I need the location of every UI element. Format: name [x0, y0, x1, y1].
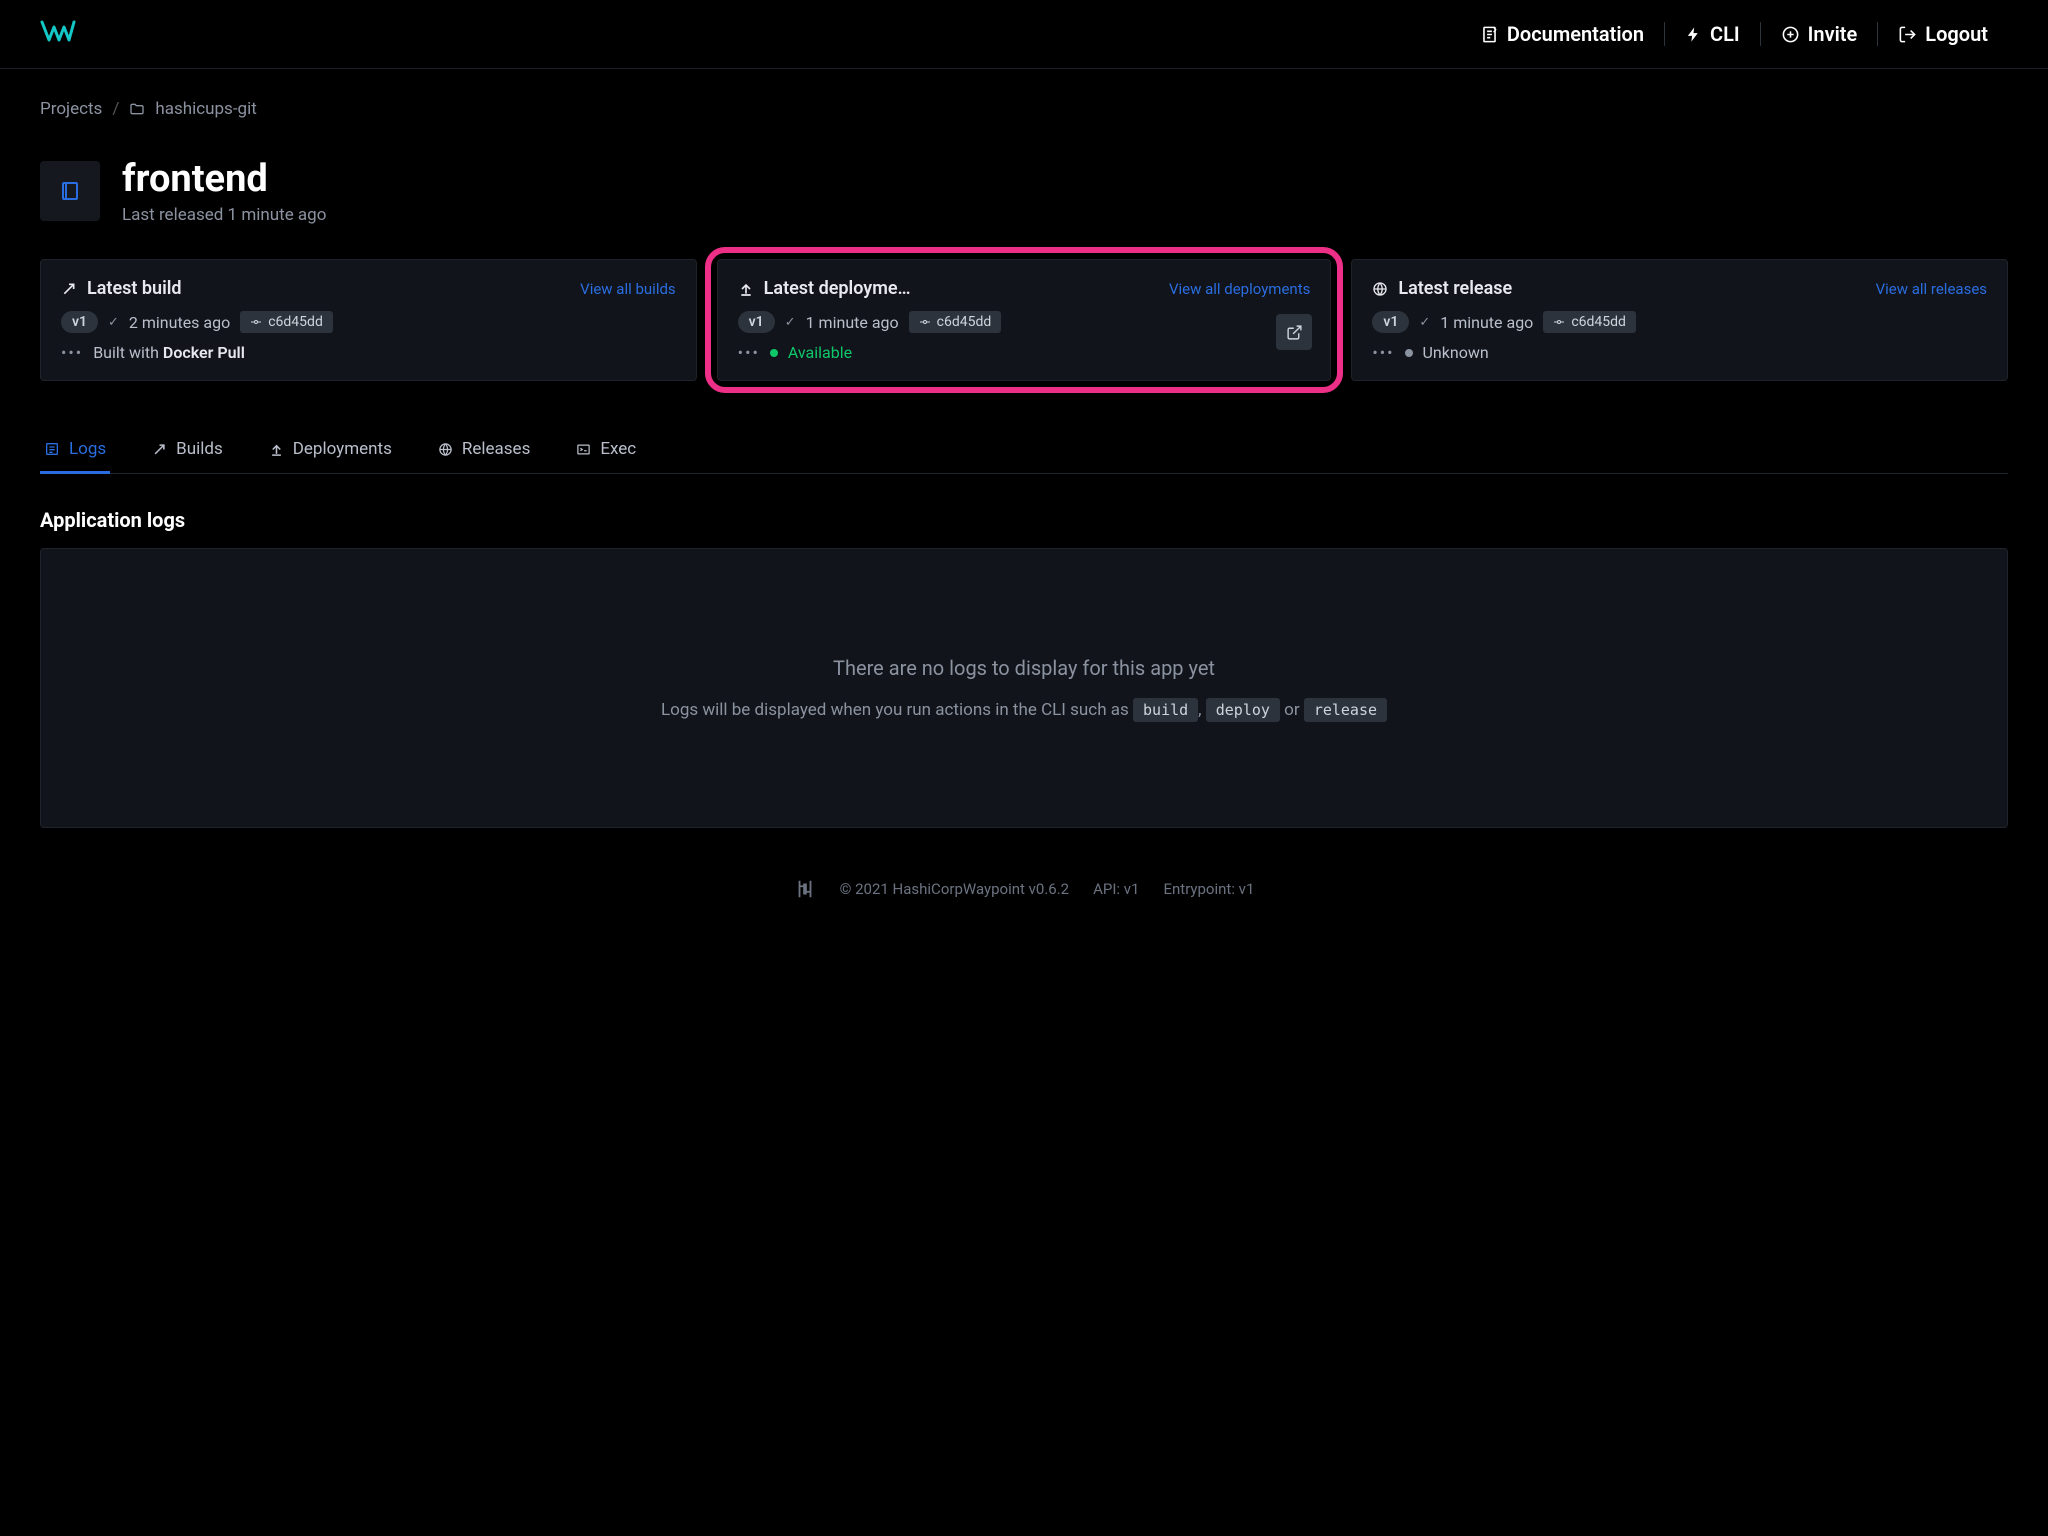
tab-exec[interactable]: Exec [572, 427, 640, 474]
logs-empty-subtitle: Logs will be displayed when you run acti… [661, 700, 1387, 720]
card-release-title: Latest release [1398, 278, 1512, 299]
code-deploy: deploy [1206, 698, 1280, 722]
deployment-status: Available [788, 343, 852, 362]
view-all-deployments-link[interactable]: View all deployments [1169, 280, 1310, 298]
upload-icon [738, 281, 754, 297]
status-dot-green [770, 349, 778, 357]
tab-logs-label: Logs [69, 439, 106, 459]
check-icon: ✓ [108, 315, 119, 330]
card-latest-release: Latest release View all releases v1 ✓ 1 … [1351, 259, 2008, 381]
breadcrumb-projects[interactable]: Projects [40, 99, 102, 119]
breadcrumb-project[interactable]: hashicups-git [155, 99, 256, 119]
release-time: 1 minute ago [1440, 313, 1533, 332]
tab-logs[interactable]: Logs [40, 427, 110, 474]
deployment-hash[interactable]: c6d45dd [909, 311, 1002, 333]
tab-exec-label: Exec [600, 439, 636, 459]
globe-icon [438, 442, 453, 457]
breadcrumb: Projects / hashicups-git [40, 99, 2008, 119]
status-dot-gray [1405, 349, 1413, 357]
view-all-releases-link[interactable]: View all releases [1876, 280, 1987, 298]
commit-icon [919, 316, 931, 328]
build-time: 2 minutes ago [129, 313, 230, 332]
card-latest-build: Latest build View all builds v1 ✓ 2 minu… [40, 259, 697, 381]
footer-api: API: v1 [1093, 880, 1139, 898]
nav-cli-label: CLI [1710, 22, 1740, 46]
tab-deployments-label: Deployments [293, 439, 392, 459]
build-icon [152, 442, 167, 457]
logs-section-title: Application logs [40, 508, 2008, 532]
check-icon: ✓ [785, 315, 796, 330]
tab-deployments[interactable]: Deployments [265, 427, 396, 474]
tabs: Logs Builds Deployments Releases Exec [40, 427, 2008, 474]
card-build-title: Latest build [87, 278, 182, 299]
build-version: v1 [61, 311, 98, 333]
more-icon[interactable]: ••• [61, 343, 83, 362]
commit-icon [250, 316, 262, 328]
code-release: release [1304, 698, 1387, 722]
view-all-builds-link[interactable]: View all builds [580, 280, 676, 298]
book-icon [58, 179, 82, 203]
upload-icon [269, 442, 284, 457]
nav-documentation[interactable]: Documentation [1460, 22, 1665, 46]
build-method: Built with Docker Pull [93, 343, 245, 362]
footer-entrypoint: Entrypoint: v1 [1163, 880, 1254, 898]
commit-icon [1553, 316, 1565, 328]
deployment-version: v1 [738, 311, 775, 333]
card-latest-deployment: Latest deployme… View all deployments v1… [717, 259, 1332, 381]
nav-cli[interactable]: CLI [1665, 22, 1761, 46]
folder-icon [129, 101, 145, 117]
lightning-icon [1685, 26, 1702, 43]
plus-circle-icon [1781, 25, 1800, 44]
release-version: v1 [1372, 311, 1409, 333]
logs-panel: There are no logs to display for this ap… [40, 548, 2008, 828]
breadcrumb-separator: / [112, 99, 119, 119]
footer-copyright: © 2021 HashiCorpWaypoint v0.6.2 [840, 880, 1070, 898]
open-deployment-button[interactable] [1276, 314, 1312, 350]
card-deployment-title: Latest deployme… [764, 278, 911, 299]
release-hash[interactable]: c6d45dd [1543, 311, 1636, 333]
tab-releases[interactable]: Releases [434, 427, 534, 474]
external-link-icon [1286, 324, 1303, 341]
waypoint-logo[interactable] [40, 18, 76, 50]
build-hash[interactable]: c6d45dd [240, 311, 333, 333]
tab-releases-label: Releases [462, 439, 530, 459]
app-title: frontend [122, 157, 326, 201]
document-icon [1480, 25, 1499, 44]
logs-icon [44, 441, 60, 457]
build-icon [61, 281, 77, 297]
globe-icon [1372, 281, 1388, 297]
check-icon: ✓ [1419, 315, 1430, 330]
code-build: build [1133, 698, 1198, 722]
tab-builds-label: Builds [176, 439, 223, 459]
footer: © 2021 HashiCorpWaypoint v0.6.2 API: v1 … [40, 828, 2008, 940]
app-subtitle: Last released 1 minute ago [122, 205, 326, 225]
app-icon [40, 161, 100, 221]
tab-builds[interactable]: Builds [148, 427, 227, 474]
release-status: Unknown [1423, 343, 1489, 362]
nav-invite[interactable]: Invite [1761, 22, 1879, 46]
highlight-deployment: Latest deployme… View all deployments v1… [711, 253, 1338, 387]
nav-logout[interactable]: Logout [1878, 22, 2008, 46]
nav-logout-label: Logout [1925, 22, 1988, 46]
logout-icon [1898, 25, 1917, 44]
terminal-icon [576, 442, 591, 457]
nav-invite-label: Invite [1808, 22, 1858, 46]
more-icon[interactable]: ••• [1372, 343, 1394, 362]
logs-empty-title: There are no logs to display for this ap… [833, 656, 1215, 680]
nav-documentation-label: Documentation [1507, 22, 1644, 46]
more-icon[interactable]: ••• [738, 343, 760, 362]
deployment-time: 1 minute ago [806, 313, 899, 332]
hashicorp-icon [794, 878, 816, 900]
